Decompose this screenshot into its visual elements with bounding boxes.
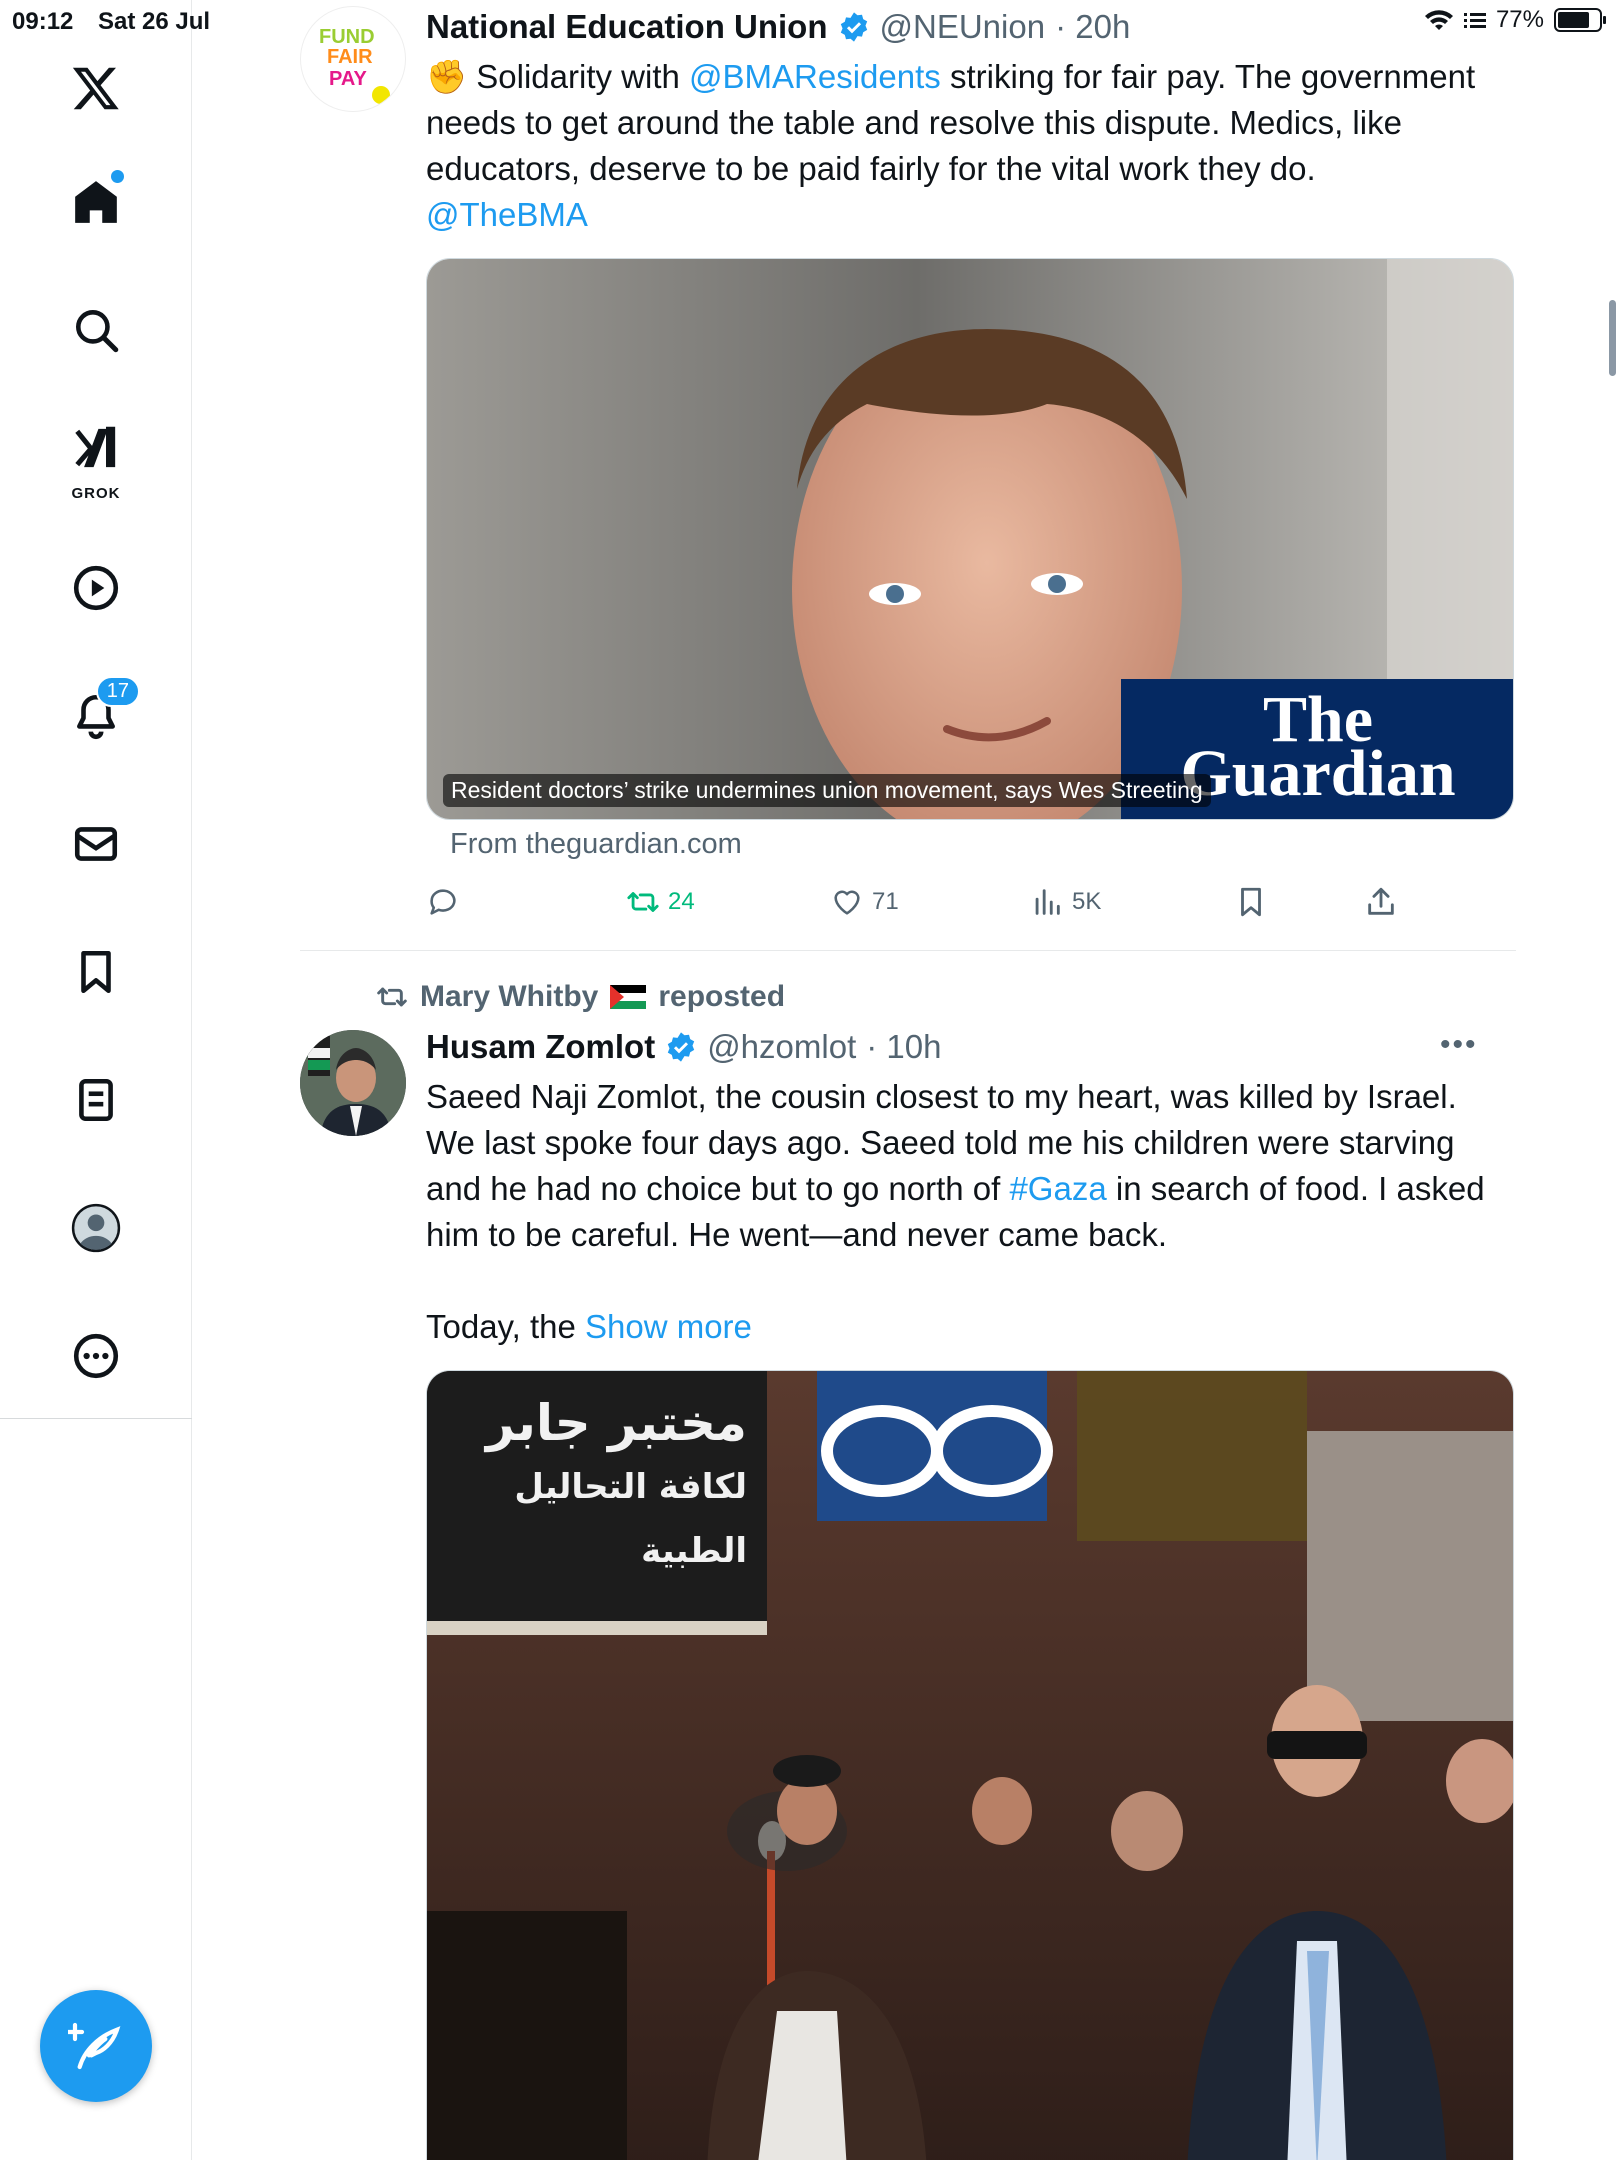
tweet-separator — [300, 950, 1516, 951]
shop-sign-line2: لكافة التحاليل الطبية — [514, 1467, 747, 1571]
sidebar-divider — [0, 1418, 192, 1419]
tweet-text: ✊ Solidarity with @BMAResidents striking… — [426, 54, 1506, 238]
home-new-dot — [111, 170, 124, 183]
palestine-flag-icon — [610, 985, 647, 1009]
grok-label: GROK — [71, 485, 121, 502]
like-count: 71 — [872, 888, 899, 915]
shop-sign-text: مختبر جابر لكافة التحاليل الطبية — [447, 1391, 747, 1583]
repost-context: Mary Whitby reposted — [376, 980, 785, 1014]
video-icon — [73, 565, 119, 611]
battery-percent: 77% — [1495, 6, 1544, 33]
nav-grok[interactable]: GROK — [50, 412, 142, 504]
hashtag-link[interactable]: #Gaza — [1009, 1170, 1106, 1207]
status-bar: 09:12 Sat 26 Jul 77% — [0, 0, 1620, 44]
nav-lists[interactable] — [50, 1054, 142, 1146]
share-icon — [1368, 887, 1394, 915]
repost-icon — [377, 987, 407, 1007]
avatar-photo — [300, 1030, 406, 1136]
tweet-text: Saeed Naji Zomlot, the cousin closest to… — [426, 1074, 1506, 1350]
tweet-header: Husam Zomlot @hzomlot · 10h — [426, 1028, 941, 1066]
tweet-photo[interactable]: مختبر جابر لكافة التحاليل الطبية — [426, 1370, 1514, 2160]
lists-icon — [79, 1078, 113, 1122]
search-icon — [76, 310, 119, 353]
views-button[interactable]: 5K — [1030, 885, 1101, 919]
nav-messages[interactable] — [50, 798, 142, 890]
nav-video[interactable] — [50, 542, 142, 634]
nav-bookmarks[interactable] — [50, 926, 142, 1018]
compose-button[interactable] — [40, 1990, 152, 2102]
views-icon — [1035, 889, 1060, 915]
tweet-actions: 24 71 5K — [426, 882, 1514, 922]
wifi-icon — [1424, 10, 1453, 30]
verified-badge-icon — [667, 1032, 695, 1062]
sidebar: GROK 17 — [0, 0, 192, 2160]
show-more-link[interactable]: Show more — [585, 1308, 752, 1345]
x-logo-icon[interactable] — [50, 42, 142, 134]
nav-profile[interactable] — [50, 1182, 142, 1274]
bookmarks-icon — [81, 950, 111, 994]
home-icon — [75, 181, 117, 223]
status-right: 77% — [1424, 6, 1606, 34]
compose-quill-icon — [68, 2022, 121, 2070]
avatar-hzomlot[interactable] — [300, 1030, 406, 1136]
battery-level — [1558, 12, 1589, 28]
list-status-icon — [1463, 13, 1486, 28]
status-time: 09:12 — [12, 8, 74, 35]
svg-text:FAIR: FAIR — [327, 46, 373, 68]
svg-text:PAY: PAY — [329, 68, 367, 90]
reposted-by-name[interactable]: Mary Whitby — [420, 980, 598, 1014]
handle[interactable]: @hzomlot — [707, 1028, 856, 1066]
nav-more[interactable] — [50, 1310, 142, 1402]
heart-icon — [834, 890, 860, 915]
repost-button[interactable]: 24 — [626, 885, 695, 919]
repost-icon — [627, 892, 659, 912]
nav-notifications[interactable]: 17 — [50, 670, 142, 762]
tweet-time[interactable]: · 10h — [866, 1028, 941, 1066]
reply-button[interactable] — [426, 885, 460, 919]
bookmark-icon — [1241, 887, 1261, 917]
mention-link[interactable]: @TheBMA — [426, 196, 588, 233]
card-caption: Resident doctors’ strike undermines unio… — [443, 774, 1211, 807]
mention-link[interactable]: @BMAResidents — [689, 58, 941, 95]
link-card-image[interactable]: The Guardian Resident doctors’ strike un… — [426, 258, 1514, 820]
status-date: Sat 26 Jul — [98, 8, 211, 35]
repost-count: 24 — [668, 888, 695, 915]
profile-icon — [71, 1203, 121, 1253]
bookmark-button[interactable] — [1234, 885, 1268, 919]
reply-icon — [430, 889, 456, 915]
battery-icon — [1554, 8, 1606, 32]
fist-emoji: ✊ — [426, 58, 468, 95]
scrollbar-thumb[interactable] — [1609, 300, 1616, 376]
nav-search[interactable] — [50, 284, 142, 376]
shop-sign-line1: مختبر جابر — [485, 1394, 747, 1452]
view-count: 5K — [1072, 888, 1102, 915]
notifications-badge: 17 — [95, 676, 140, 707]
nav-home[interactable] — [50, 156, 142, 248]
display-name[interactable]: Husam Zomlot — [426, 1028, 655, 1066]
card-source[interactable]: From theguardian.com — [450, 828, 742, 861]
like-button[interactable]: 71 — [830, 885, 899, 919]
tweet-text-part: Today, the — [426, 1308, 585, 1345]
more-options-icon[interactable]: ••• — [1440, 1028, 1478, 1062]
grok-icon — [75, 426, 116, 468]
more-icon — [73, 1333, 119, 1379]
reposted-label: reposted — [658, 980, 786, 1013]
messages-icon — [74, 827, 118, 861]
share-button[interactable] — [1364, 885, 1398, 919]
tweet-text-part: Solidarity with — [467, 58, 690, 95]
